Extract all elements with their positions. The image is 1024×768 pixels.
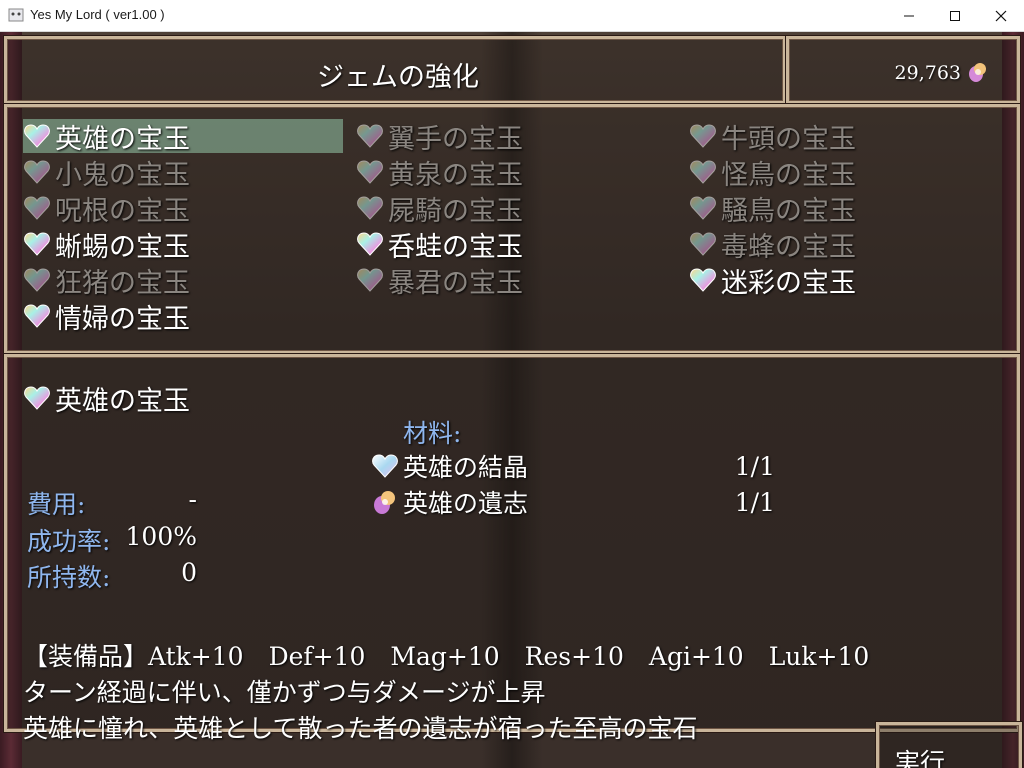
heart-gem-icon bbox=[357, 268, 383, 292]
heart-gem-icon bbox=[24, 124, 50, 148]
maximize-button[interactable] bbox=[932, 0, 978, 31]
heart-gem-icon bbox=[24, 196, 50, 220]
gem-list-item[interactable]: 呑蛙の宝玉 bbox=[356, 227, 523, 263]
owned-label: 所持数: bbox=[27, 563, 111, 592]
gem-list-item-label: 騒鳥の宝玉 bbox=[721, 195, 856, 227]
gem-list-item[interactable]: 小鬼の宝玉 bbox=[23, 155, 190, 191]
selected-gem-name: 英雄の宝玉 bbox=[23, 381, 190, 417]
material-name: 英雄の結晶 bbox=[403, 453, 529, 482]
execute-button[interactable]: 実行 bbox=[876, 722, 1022, 768]
gem-list-item-label: 狂猪の宝玉 bbox=[55, 267, 190, 299]
success-rate-label: 成功率: bbox=[27, 527, 111, 556]
gold-amount: 29,763 bbox=[894, 62, 961, 84]
maximize-icon bbox=[950, 10, 960, 21]
gem-list-panel: 英雄の宝玉小鬼の宝玉呪根の宝玉蜥蜴の宝玉狂猪の宝玉情婦の宝玉 翼手の宝玉黄泉の宝玉… bbox=[4, 104, 1020, 354]
heart-gem-icon bbox=[24, 232, 50, 256]
close-button[interactable] bbox=[978, 0, 1024, 31]
materials-label: 材料: bbox=[403, 419, 462, 448]
material-row: 英雄の結晶 bbox=[371, 449, 528, 483]
heart-gem-icon bbox=[690, 232, 716, 256]
gem-list-item-label: 迷彩の宝玉 bbox=[721, 267, 856, 299]
window-titlebar: Yes My Lord ( ver1.00 ) bbox=[0, 0, 1024, 32]
gem-list-item-label: 英雄の宝玉 bbox=[55, 123, 190, 155]
gem-list-item-label: 小鬼の宝玉 bbox=[55, 159, 190, 191]
gold-panel: 29,763 bbox=[786, 36, 1020, 104]
gem-list-item[interactable]: 毒蜂の宝玉 bbox=[689, 227, 856, 263]
heart-gem-icon bbox=[24, 304, 50, 328]
heart-gem-icon bbox=[357, 196, 383, 220]
gem-list-item-label: 毒蜂の宝玉 bbox=[721, 231, 856, 263]
app-icon bbox=[8, 8, 24, 22]
gem-list-item[interactable]: 迷彩の宝玉 bbox=[689, 263, 856, 299]
heart-gem-icon bbox=[357, 124, 383, 148]
gem-list-item-label: 呪根の宝玉 bbox=[55, 195, 190, 227]
minimize-button[interactable] bbox=[886, 0, 932, 31]
gem-list-item-label: 蜥蜴の宝玉 bbox=[55, 231, 190, 263]
gem-list-item-label: 屍騎の宝玉 bbox=[388, 195, 523, 227]
heart-gem-icon bbox=[690, 196, 716, 220]
success-rate-value: 100% bbox=[125, 522, 197, 551]
heart-gem-icon bbox=[24, 268, 50, 292]
heart-gem-icon bbox=[24, 160, 50, 184]
heart-gem-icon bbox=[24, 386, 50, 410]
gem-list-item[interactable]: 牛頭の宝玉 bbox=[689, 119, 856, 155]
currency-gem-icon bbox=[969, 63, 986, 82]
gem-list-item[interactable]: 黄泉の宝玉 bbox=[356, 155, 523, 191]
gem-list-item[interactable]: 情婦の宝玉 bbox=[23, 299, 190, 335]
material-qty: 1/1 bbox=[734, 488, 775, 517]
owned-value: 0 bbox=[181, 558, 197, 587]
heart-gem-icon bbox=[357, 160, 383, 184]
gem-list-item-label: 怪鳥の宝玉 bbox=[721, 159, 856, 191]
gem-list-item[interactable]: 呪根の宝玉 bbox=[23, 191, 190, 227]
equip-bonus-line: 【装備品】Atk+10 Def+10 Mag+10 Res+10 Agi+10 … bbox=[23, 642, 870, 671]
gem-list-item-label: 呑蛙の宝玉 bbox=[388, 231, 523, 263]
bead-icon bbox=[374, 491, 395, 514]
heart-gem-icon bbox=[357, 232, 383, 256]
game-screen: ジェムの強化 29,763 英雄の宝玉 小鬼の宝玉 呪根の宝玉 蜥蜴の宝玉 狂猪の宝玉情… bbox=[0, 32, 1024, 768]
heart-gem-icon bbox=[690, 160, 716, 184]
gem-list-item-label: 牛頭の宝玉 bbox=[721, 123, 856, 155]
material-qty: 1/1 bbox=[734, 452, 775, 481]
gem-list-item[interactable]: 翼手の宝玉 bbox=[356, 119, 523, 155]
gem-list-item[interactable]: 怪鳥の宝玉 bbox=[689, 155, 856, 191]
gem-list-item-label: 情婦の宝玉 bbox=[55, 303, 190, 335]
gem-list-item[interactable]: 屍騎の宝玉 bbox=[356, 191, 523, 227]
effect-description: ターン経過に伴い、僅かずつ与ダメージが上昇 bbox=[23, 678, 546, 707]
heart-gem-icon bbox=[690, 268, 716, 292]
window-title: Yes My Lord ( ver1.00 ) bbox=[30, 7, 165, 22]
title-panel: ジェムの強化 bbox=[4, 36, 786, 104]
close-icon bbox=[995, 10, 1007, 21]
material-name: 英雄の遺志 bbox=[403, 489, 529, 518]
gem-list-item[interactable]: 英雄の宝玉 bbox=[23, 119, 343, 155]
screen-title: ジェムの強化 bbox=[317, 62, 479, 93]
gem-list-item-label: 黄泉の宝玉 bbox=[388, 159, 523, 191]
gem-list-item-label: 翼手の宝玉 bbox=[388, 123, 523, 155]
gem-list-item[interactable]: 暴君の宝玉 bbox=[356, 263, 523, 299]
flavor-description: 英雄に憧れ、英雄として散った者の遺志が宿った至高の宝石 bbox=[23, 714, 698, 743]
gem-list-item[interactable]: 蜥蜴の宝玉 bbox=[23, 227, 190, 263]
gem-list-item[interactable]: 騒鳥の宝玉 bbox=[689, 191, 856, 227]
minimize-icon bbox=[904, 15, 914, 16]
gem-list-item[interactable]: 狂猪の宝玉 bbox=[23, 263, 190, 299]
detail-panel: 英雄の宝玉 費用: - 成功率: 100% 所持数: 0 材料: 英雄の結晶 1… bbox=[4, 354, 1020, 743]
cost-label: 費用: bbox=[27, 490, 86, 519]
cost-value: - bbox=[188, 485, 197, 514]
crystal-gem-icon bbox=[372, 454, 398, 478]
heart-gem-icon bbox=[690, 124, 716, 148]
material-row: 英雄の遺志 bbox=[371, 485, 528, 519]
execute-label: 実行 bbox=[895, 748, 946, 768]
gem-list-item-label: 暴君の宝玉 bbox=[388, 267, 523, 299]
